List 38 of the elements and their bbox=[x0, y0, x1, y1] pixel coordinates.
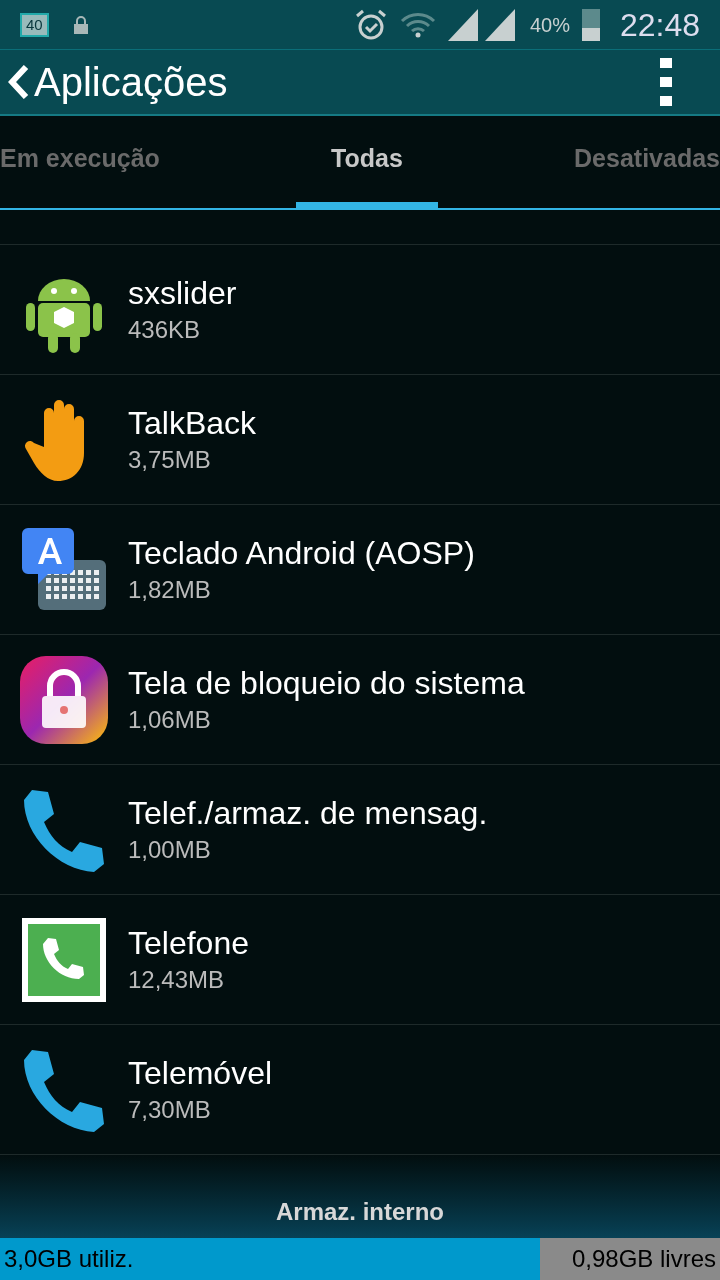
app-size: 3,75MB bbox=[128, 444, 212, 475]
app-name: sxslider bbox=[128, 273, 237, 313]
tab[interactable]: Em execução bbox=[0, 116, 160, 208]
app-list-item[interactable]: sxslider 436KB bbox=[0, 245, 720, 375]
app-size: 1,82MB bbox=[128, 574, 212, 605]
app-name: TalkBack bbox=[128, 403, 257, 443]
lock-icon bbox=[18, 653, 110, 746]
app-name: Teclado Android (AOSP) bbox=[128, 533, 475, 573]
alarm-icon bbox=[353, 7, 388, 42]
screen-title: Aplicações bbox=[34, 59, 229, 106]
app-size: 436KB bbox=[128, 314, 202, 345]
app-list-item[interactable]: Teclado Android (AOSP) 1,82MB bbox=[0, 505, 720, 635]
app-name: Telemóvel bbox=[128, 1053, 273, 1093]
storage-title: Armaz. interno bbox=[275, 1197, 445, 1227]
overflow-menu-icon[interactable] bbox=[660, 58, 672, 106]
battery-percent: 40% bbox=[529, 12, 570, 38]
app-list-item[interactable]: Tela de bloqueio do sistema 1,06MB bbox=[0, 635, 720, 765]
app-name: Tela de bloqueio do sistema bbox=[128, 663, 525, 703]
lock-status-icon bbox=[72, 15, 89, 34]
signal-icon bbox=[447, 8, 518, 41]
tab[interactable]: Desativadas bbox=[574, 116, 720, 208]
tab[interactable]: Todas bbox=[295, 116, 438, 208]
used-storage: 3,0GB utiliz. bbox=[3, 1244, 135, 1274]
app-size: 7,30MB bbox=[128, 1094, 212, 1125]
app-name: Telefone bbox=[128, 923, 249, 963]
app-size: 1,00MB bbox=[128, 834, 212, 865]
notification-badge: 40 bbox=[20, 12, 49, 37]
battery-icon bbox=[581, 8, 600, 41]
app-list-item[interactable]: Telefone 12,43MB bbox=[0, 895, 720, 1025]
app-name: Telef./armaz. de mensag. bbox=[128, 793, 488, 833]
wifi-icon bbox=[399, 11, 436, 38]
app-size: 12,43MB bbox=[128, 964, 226, 995]
clock: 22:48 bbox=[619, 5, 700, 45]
app-list-item[interactable]: Telef./armaz. de mensag. 1,00MB bbox=[0, 765, 720, 895]
back-icon bbox=[8, 65, 30, 99]
app-list-item[interactable]: TalkBack 3,75MB bbox=[0, 375, 720, 505]
free-storage: 0,98GB livres bbox=[571, 1244, 717, 1274]
app-size: 1,06MB bbox=[128, 704, 212, 735]
